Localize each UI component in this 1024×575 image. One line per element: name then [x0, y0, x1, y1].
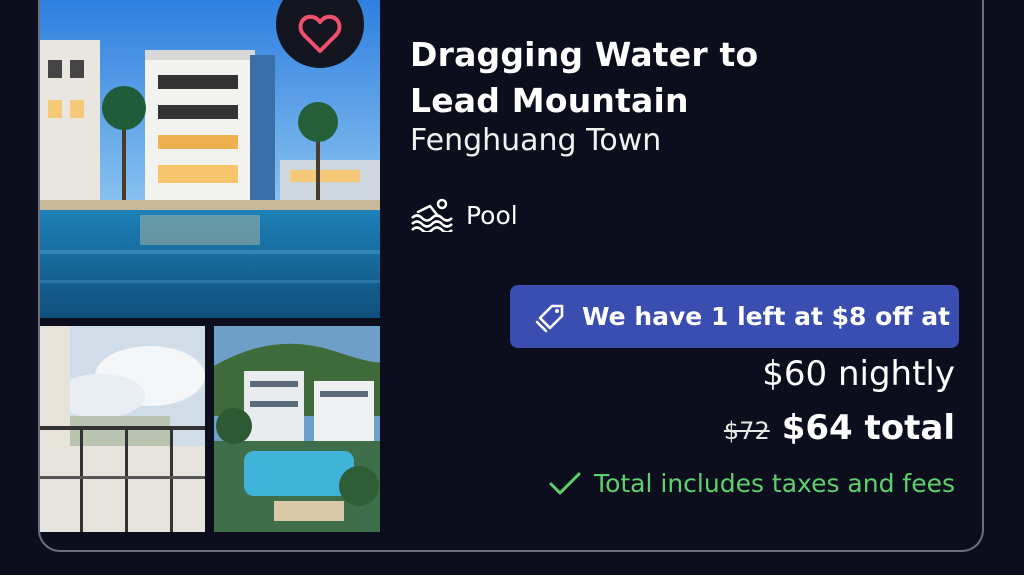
hotel-balcony-photo[interactable]: [40, 326, 205, 532]
hotel-title-line2: Lead Mountain: [410, 81, 689, 120]
total-price-row: $72 $64 total: [724, 408, 955, 448]
taxes-note: Total includes taxes and fees: [548, 469, 955, 498]
hotel-title-line1: Dragging Water to: [410, 35, 759, 74]
deal-text: We have 1 left at $8 off at: [582, 302, 951, 331]
original-price: $72: [723, 417, 770, 445]
swimming-pool-icon: [411, 198, 453, 232]
hotel-title[interactable]: Dragging Water to Lead Mountain: [410, 32, 830, 124]
taxes-note-text: Total includes taxes and fees: [594, 469, 955, 498]
amenity-label: Pool: [466, 200, 518, 230]
nightly-price: $60 nightly: [762, 354, 955, 394]
hotel-location: Fenghuang Town: [410, 123, 662, 158]
price-tag-icon: [535, 304, 564, 332]
hotel-balcony-photo-image: [40, 326, 205, 532]
amenity-pool: Pool: [410, 198, 518, 232]
total-price: $64 total: [781, 408, 955, 448]
hotel-card[interactable]: Dragging Water to Lead Mountain Fenghuan…: [38, 0, 984, 552]
checkmark-icon: [549, 472, 581, 494]
heart-icon: [298, 14, 342, 53]
hotel-aerial-photo[interactable]: [214, 326, 380, 532]
deal-badge: We have 1 left at $8 off at: [510, 285, 959, 348]
hotel-aerial-photo-image: [214, 326, 380, 532]
